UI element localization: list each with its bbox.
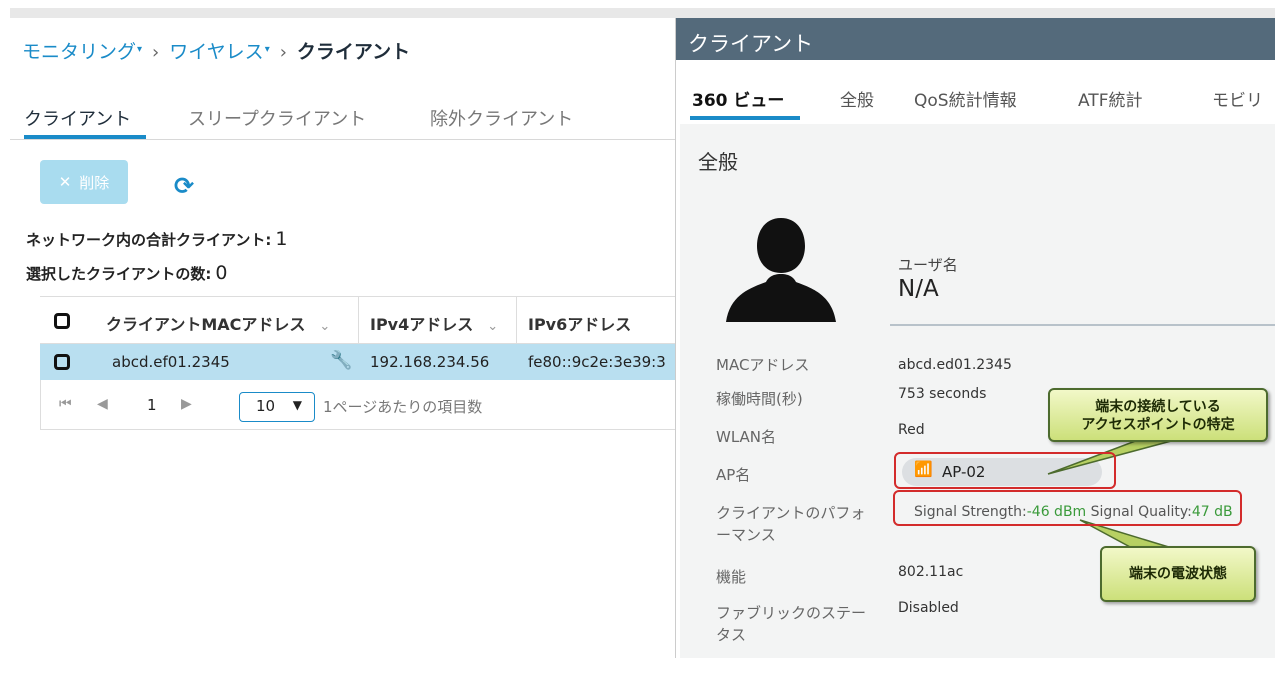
- active-tab-indicator: [690, 116, 800, 120]
- client-tabs: クライアント スリープクライアント 除外クライアント: [10, 100, 678, 140]
- signal-callout: 端末の電波状態: [1100, 546, 1256, 602]
- delete-button[interactable]: ✕ 削除: [40, 160, 128, 204]
- table-header: クライアントMACアドレス ⌄ IPv4アドレス ⌄ IPv6アドレス: [40, 296, 680, 345]
- per-page-value: 10: [256, 397, 276, 415]
- wlan-label: WLAN名: [716, 428, 777, 446]
- tab-atf-stats[interactable]: ATF統計: [1078, 86, 1142, 111]
- next-page-icon[interactable]: ▶: [181, 396, 192, 412]
- breadcrumb-current: クライアント: [296, 41, 411, 63]
- ap-label: AP名: [716, 466, 751, 484]
- capability-label: 機能: [716, 568, 747, 586]
- clients-table: クライアントMACアドレス ⌄ IPv4アドレス ⌄ IPv6アドレス abcd.e…: [40, 296, 680, 430]
- column-divider[interactable]: [358, 297, 359, 345]
- current-page: 1: [147, 396, 157, 414]
- chevron-right-icon: ›: [152, 42, 160, 63]
- caret-down-icon[interactable]: ▾: [137, 44, 142, 55]
- sort-icon[interactable]: ⌄: [487, 319, 498, 334]
- prev-page-icon[interactable]: ◀: [97, 396, 108, 412]
- chevron-down-icon: ▼: [292, 398, 302, 412]
- cell-ipv4: 192.168.234.56: [370, 353, 490, 371]
- row-checkbox[interactable]: [54, 354, 70, 370]
- select-all-checkbox[interactable]: [54, 313, 70, 329]
- table-row[interactable]: abcd.ef01.2345 🔧 192.168.234.56 fe80::9c…: [40, 344, 680, 380]
- column-header-ipv4[interactable]: IPv4アドレス ⌄: [370, 311, 498, 335]
- detail-title: クライアント: [676, 18, 1275, 60]
- tab-mobility[interactable]: モビリ: [1212, 86, 1263, 111]
- capability-value: 802.11ac: [898, 564, 964, 580]
- tab-excluded-clients[interactable]: 除外クライアント: [430, 105, 573, 131]
- top-bar: [10, 8, 1275, 18]
- breadcrumb: モニタリング▾ › ワイヤレス▾ › クライアント: [22, 37, 410, 64]
- wlan-value: Red: [898, 422, 925, 438]
- mac-label: MACアドレス: [716, 356, 810, 374]
- active-tab-indicator: [24, 135, 146, 139]
- username-label: ユーザ名: [898, 256, 958, 274]
- username-value: N/A: [898, 276, 939, 302]
- per-page-select[interactable]: 10 ▼: [239, 392, 315, 422]
- ap-callout-line2: アクセスポイントの特定: [1081, 417, 1235, 433]
- caret-down-icon[interactable]: ▾: [265, 44, 270, 55]
- delete-button-label: 削除: [79, 173, 110, 192]
- chevron-right-icon: ›: [279, 42, 287, 63]
- sort-icon[interactable]: ⌄: [319, 319, 330, 334]
- first-page-icon[interactable]: ⏮: [59, 396, 72, 412]
- column-ipv6-label: IPv6アドレス: [528, 315, 632, 334]
- total-clients-value: 1: [275, 228, 288, 250]
- refresh-icon[interactable]: ⟳: [174, 173, 200, 199]
- selected-clients-label: 選択したクライアントの数:: [26, 265, 212, 283]
- tab-clients[interactable]: クライアント: [24, 105, 131, 131]
- clients-panel: モニタリング▾ › ワイヤレス▾ › クライアント クライアント スリープクライアント …: [10, 18, 680, 673]
- ap-callout-line1: 端末の接続している: [1095, 399, 1221, 415]
- column-mac-label: クライアントMACアドレス: [106, 315, 306, 334]
- ap-highlight-box: [894, 452, 1116, 489]
- column-header-ipv6[interactable]: IPv6アドレス: [528, 311, 631, 335]
- performance-label: クライアントのパフォーマンス: [716, 504, 866, 544]
- tab-sleeping-clients[interactable]: スリープクライアント: [188, 105, 366, 131]
- section-title: 全般: [698, 150, 738, 174]
- performance-highlight-box: [893, 490, 1242, 526]
- detail-tabs: 360 ビュー 全般 QoS統計情報 ATF統計 モビリ: [676, 60, 1275, 124]
- mac-value: abcd.ed01.2345: [898, 357, 1012, 373]
- fabric-status-label: ファブリックのステータス: [716, 604, 867, 644]
- user-avatar-icon: [726, 218, 836, 322]
- column-ipv4-label: IPv4アドレス: [370, 315, 474, 334]
- selected-clients-value: 0: [215, 262, 228, 284]
- breadcrumb-monitoring[interactable]: モニタリング: [22, 41, 136, 63]
- cell-mac: abcd.ef01.2345: [112, 353, 230, 371]
- cell-ipv6: fe80::9c2e:3e39:3: [528, 353, 666, 371]
- per-page-label: 1ページあたりの項目数: [323, 398, 483, 416]
- ap-callout: 端末の接続している アクセスポイントの特定: [1048, 388, 1268, 442]
- total-clients-label: ネットワーク内の合計クライアント:: [26, 231, 272, 249]
- divider: [890, 324, 1275, 326]
- fabric-status-value: Disabled: [898, 600, 959, 616]
- column-header-mac[interactable]: クライアントMACアドレス ⌄: [106, 311, 330, 335]
- close-icon: ✕: [58, 173, 72, 191]
- pagination: ⏮ ◀ 1 ▶ 10 ▼ 1ページあたりの項目数: [40, 380, 680, 430]
- breadcrumb-wireless[interactable]: ワイヤレス: [169, 41, 263, 63]
- selected-clients: 選択したクライアントの数: 0: [26, 262, 228, 284]
- tab-qos-stats[interactable]: QoS統計情報: [914, 86, 1017, 111]
- uptime-label: 稼働時間(秒): [716, 390, 803, 408]
- wrench-icon[interactable]: 🔧: [330, 350, 352, 371]
- uptime-value: 753 seconds: [898, 386, 987, 402]
- total-clients: ネットワーク内の合計クライアント: 1: [26, 228, 288, 250]
- column-divider[interactable]: [516, 297, 517, 345]
- tab-general[interactable]: 全般: [840, 86, 874, 111]
- tab-360-view[interactable]: 360 ビュー: [692, 86, 784, 111]
